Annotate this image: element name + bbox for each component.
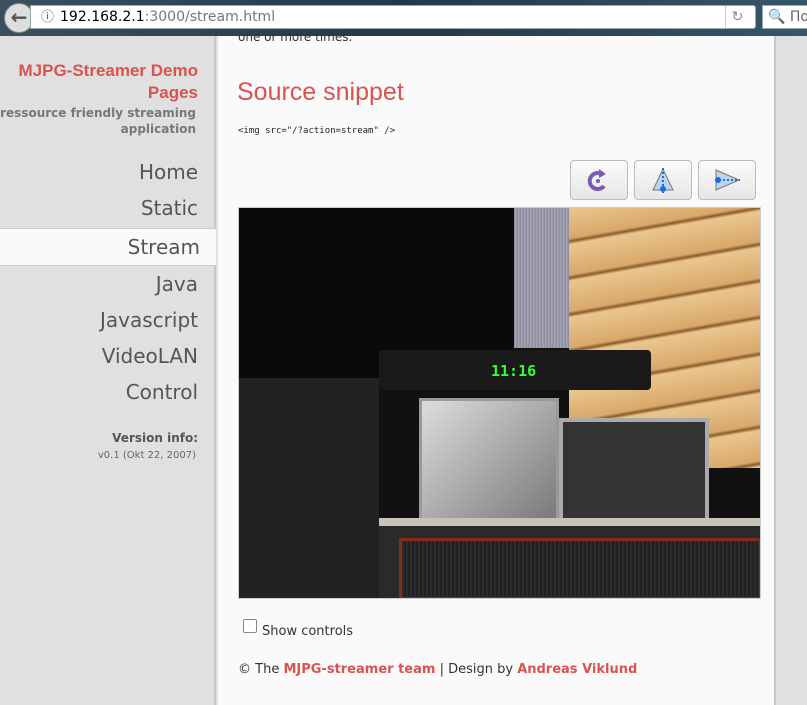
clipped-text: one or more times. [238,30,353,44]
nav-static[interactable]: Static [141,196,198,220]
flip-vertical-icon [652,167,674,193]
version-label: Version info: [112,431,198,445]
nav-stream[interactable]: Stream [0,228,216,266]
version-value: v0.1 (Okt 22, 2007) [97,450,196,461]
code-snippet: <img src="/?action=stream" /> [238,126,396,136]
rotate-button[interactable] [570,160,628,200]
url-path: :3000/stream.html [144,9,276,25]
reload-icon[interactable]: ↻ [725,6,749,28]
show-controls-checkbox[interactable] [243,619,257,633]
browser-toolbar: ← ⓘ 192.168.2.1:3000/stream.html ↻ 🔍 По [0,0,807,36]
url-host: 192.168.2.1 [60,9,145,25]
nav-javascript[interactable]: Javascript [100,308,198,332]
nav-home[interactable]: Home [139,160,198,184]
team-link[interactable]: MJPG-streamer team [283,662,435,677]
nav-java[interactable]: Java [156,272,198,296]
search-input[interactable]: 🔍 По [762,5,807,29]
flip-horizontal-icon [715,169,741,191]
site-subtitle: a ressource friendly streaming applicati… [0,106,196,136]
camera-stream: 11:16 [238,207,761,599]
sidebar: MJPG-Streamer Demo Pages a ressource fri… [0,36,216,705]
section-heading: Source snippet [237,78,404,106]
info-icon: ⓘ [41,10,55,25]
main-content: one or more times. Source snippet <img s… [218,30,776,705]
show-controls-label[interactable]: Show controls [262,624,353,639]
site-title: MJPG-Streamer Demo Pages [18,61,198,102]
camera-clock: 11:16 [491,362,537,380]
flip-horizontal-button[interactable] [698,160,756,200]
flip-vertical-button[interactable] [634,160,692,200]
rotate-icon [587,169,606,192]
nav-videolan[interactable]: VideoLAN [102,344,198,368]
footer-separator: | Design by [435,662,518,677]
address-bar[interactable]: ⓘ 192.168.2.1:3000/stream.html ↻ [30,5,756,29]
footer: © The MJPG-streamer team | Design by And… [238,662,637,677]
search-placeholder: По [789,9,807,25]
designer-link[interactable]: Andreas Viklund [517,662,637,677]
footer-prefix: © The [238,662,280,677]
nav-control[interactable]: Control [126,380,198,404]
